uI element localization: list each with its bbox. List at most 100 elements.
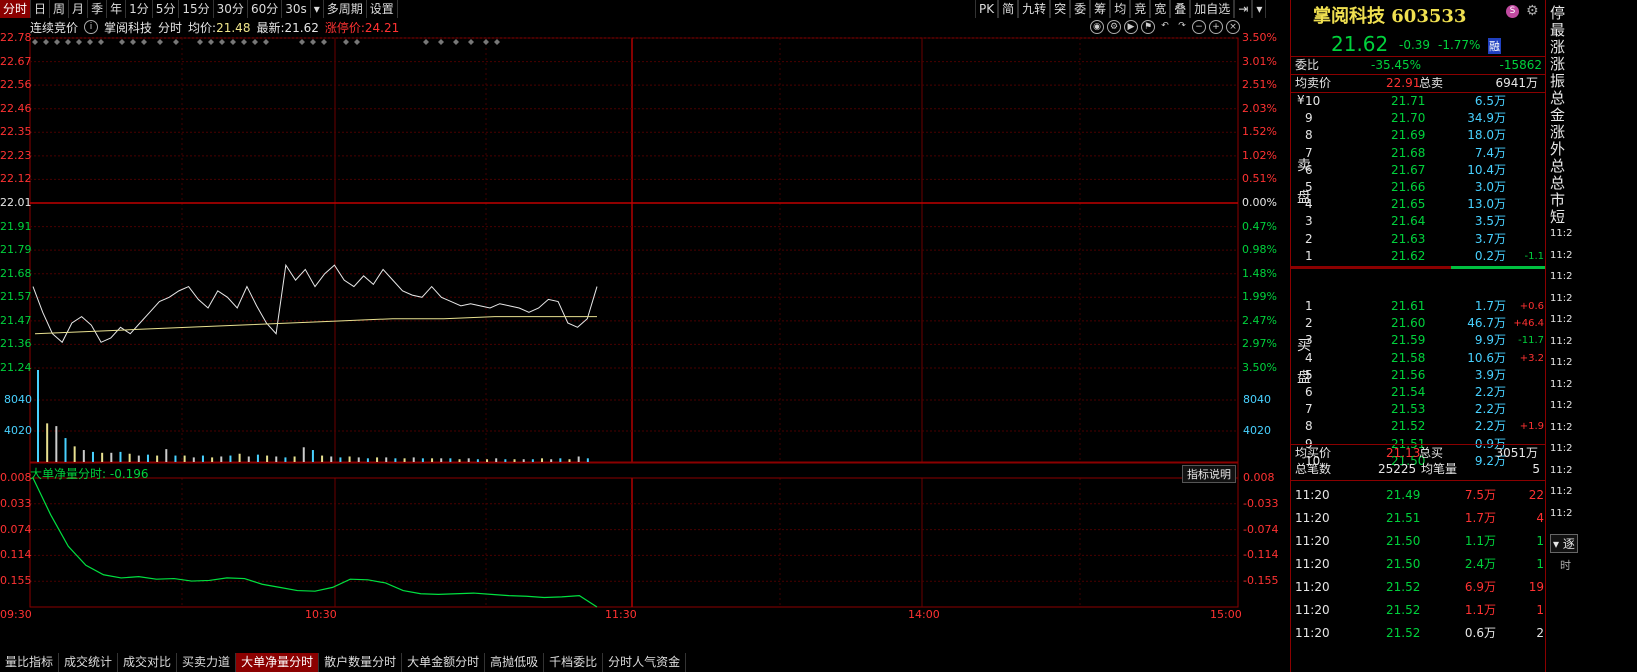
- vol-tick: 8040: [4, 393, 32, 406]
- event-marker: [494, 39, 500, 45]
- event-marker: [197, 39, 203, 45]
- ind-tick: 0.074: [0, 522, 32, 536]
- event-marker: [87, 39, 93, 45]
- event-marker: [157, 39, 163, 45]
- time-header: 时: [1560, 559, 1571, 572]
- side-tick-time: 11:2: [1550, 421, 1573, 433]
- book-level[interactable]: 2 21.60 46.7万 +46.4: [1291, 315, 1546, 332]
- book-level[interactable]: 5 21.56 3.9万: [1291, 367, 1546, 384]
- price-tick: 21.68: [0, 266, 32, 280]
- book-level[interactable]: 7 21.68 7.4万: [1291, 145, 1546, 162]
- pct-tick: 0.00%: [1242, 196, 1277, 209]
- event-marker: [230, 39, 236, 45]
- side-tick-time: 11:2: [1550, 249, 1573, 261]
- price-tick: 22.23: [0, 148, 32, 162]
- pct-tick: 3.50%: [1242, 31, 1277, 44]
- indicator-explain-button[interactable]: 指标说明: [1182, 465, 1236, 483]
- event-marker: [321, 39, 327, 45]
- last-price: 21.62: [1331, 32, 1389, 56]
- tick-row[interactable]: 11:20 21.52 0.6万 2: [1291, 622, 1546, 645]
- side-tick-time: 11:2: [1550, 464, 1573, 476]
- tab-4[interactable]: 大单净量分时: [236, 653, 320, 672]
- pct-tick: 1.52%: [1242, 125, 1277, 139]
- indicator-tabs: 量比指标 成交统计 成交对比 买卖力道 大单净量分时 散户数量分时 大单金额分时 高抛低吸 千档…: [0, 653, 687, 672]
- book-level[interactable]: 5 21.66 3.0万: [1291, 179, 1546, 196]
- pct-tick: 2.51%: [1242, 78, 1277, 92]
- side-stats-panel: 停最涨涨振总金涨外总总市短 11:2 11:2 11:2 11:2 11:2 11:2 11…: [1545, 0, 1637, 672]
- margin-badge: 融: [1488, 38, 1501, 54]
- pct-tick: 1.99%: [1242, 290, 1277, 304]
- book-level[interactable]: 6 21.54 2.2万: [1291, 384, 1546, 401]
- price-pct: -1.77%: [1438, 38, 1481, 52]
- stock-title: 掌阅科技 603533: [1313, 6, 1467, 27]
- pct-tick: 0.51%: [1242, 172, 1277, 186]
- price-tick: 21.24: [0, 361, 32, 374]
- tab-8[interactable]: 千档委比: [544, 653, 604, 672]
- ind-tick: 0.033: [0, 496, 32, 510]
- tick-row[interactable]: 11:20 21.52 6.9万 19: [1291, 576, 1546, 599]
- side-tick-time: 11:2: [1550, 486, 1573, 497]
- pct-tick: 1.48%: [1242, 266, 1277, 280]
- book-level[interactable]: 1 21.61 1.7万 +0.6: [1291, 298, 1546, 315]
- tab-1[interactable]: 成交统计: [59, 653, 119, 672]
- tick-row[interactable]: 11:20 21.50 1.1万 1: [1291, 530, 1546, 553]
- vol-tick: 4020: [4, 424, 32, 437]
- book-level[interactable]: 8 21.52 2.2万 +1.9: [1291, 418, 1546, 435]
- tab-3[interactable]: 买卖力道: [177, 653, 237, 672]
- tab-0[interactable]: 量比指标: [0, 653, 60, 672]
- pct-tick: 2.03%: [1242, 101, 1277, 115]
- book-level[interactable]: 1 21.62 0.2万 -1.1: [1291, 248, 1546, 265]
- book-level[interactable]: 4 21.65 13.0万: [1291, 196, 1546, 213]
- pct-tick: 0.47%: [1242, 219, 1277, 233]
- tab-9[interactable]: 分时人气资金: [603, 653, 687, 672]
- event-marker: [241, 39, 247, 45]
- book-level[interactable]: 3 21.59 9.9万 -11.7: [1291, 332, 1546, 349]
- tab-6[interactable]: 大单金额分时: [402, 653, 486, 672]
- book-level[interactable]: 9 21.70 34.9万: [1291, 110, 1546, 127]
- detail-dropdown[interactable]: ▾ 逐: [1550, 534, 1578, 553]
- side-tick-time: 11:2: [1550, 314, 1573, 325]
- book-level[interactable]: 4 21.58 10.6万 +3.2: [1291, 350, 1546, 367]
- price-tick: 22.12: [0, 172, 32, 186]
- book-level[interactable]: 7 21.53 2.2万: [1291, 401, 1546, 418]
- side-tick-time: 11:2: [1550, 271, 1573, 282]
- event-marker: [219, 39, 225, 45]
- event-marker: [310, 39, 316, 45]
- event-marker: [208, 39, 214, 45]
- tab-5[interactable]: 散户数量分时: [319, 653, 403, 672]
- avg-line: [34, 316, 597, 335]
- side-tick-time: 11:2: [1550, 335, 1573, 347]
- tab-7[interactable]: 高抛低吸: [485, 653, 545, 672]
- time-tick: 11:30: [605, 608, 637, 621]
- event-marker: [43, 39, 49, 45]
- pct-tick: 2.47%: [1242, 313, 1277, 327]
- ind-tick: 0.114: [0, 548, 32, 562]
- tick-row[interactable]: 11:20 21.52 1.1万 1: [1291, 599, 1546, 622]
- s-badge-icon[interactable]: S: [1506, 5, 1519, 18]
- event-marker: [32, 39, 38, 45]
- book-level[interactable]: 3 21.64 3.5万: [1291, 213, 1546, 230]
- event-marker: [98, 39, 104, 45]
- price-tick: 22.78: [0, 31, 32, 44]
- vol-tick-right: 4020: [1243, 424, 1271, 437]
- tick-row[interactable]: 11:20 21.49 7.5万 22: [1291, 484, 1546, 507]
- book-level[interactable]: 8 21.69 18.0万: [1291, 127, 1546, 144]
- side-tick-time: 11:2: [1550, 292, 1573, 304]
- book-level[interactable]: 2 21.63 3.7万: [1291, 231, 1546, 248]
- side-tick-time: 11:2: [1550, 357, 1573, 368]
- price-tick: 22.67: [0, 54, 32, 68]
- book-level[interactable]: 6 21.67 10.4万: [1291, 162, 1546, 179]
- ind-tick-right: -0.114: [1243, 548, 1279, 562]
- intraday-chart[interactable]: [0, 0, 1290, 653]
- event-marker: [354, 39, 360, 45]
- event-marker: [54, 39, 60, 45]
- tab-2[interactable]: 成交对比: [118, 653, 178, 672]
- book-level[interactable]: 10 21.71 6.5万: [1291, 93, 1546, 110]
- event-marker: [130, 39, 136, 45]
- tick-row[interactable]: 11:20 21.50 2.4万 1: [1291, 553, 1546, 576]
- event-marker: [483, 39, 489, 45]
- event-marker: [453, 39, 459, 45]
- price-tick: 22.01: [0, 196, 32, 209]
- gear-icon[interactable]: ⚙: [1526, 3, 1539, 19]
- tick-row[interactable]: 11:20 21.51 1.7万 4: [1291, 507, 1546, 530]
